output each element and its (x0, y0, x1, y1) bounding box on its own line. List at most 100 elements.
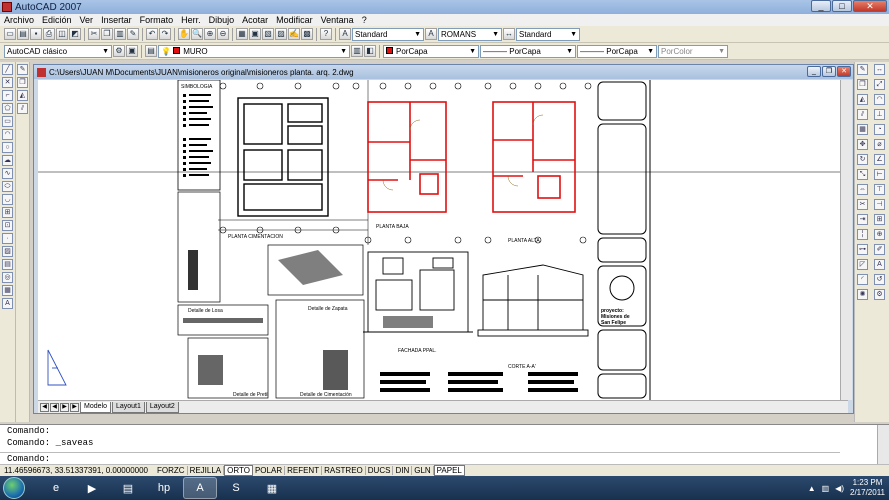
move-icon[interactable]: ✥ (857, 139, 868, 150)
network-icon[interactable]: ▥ (822, 484, 830, 493)
undo-icon[interactable]: ↶ (146, 28, 158, 40)
autocad-taskbar-icon[interactable]: A (183, 477, 217, 499)
polygon-icon[interactable]: ⬠ (2, 103, 13, 114)
mirror-icon[interactable]: ◭ (17, 90, 28, 101)
insert-block-icon[interactable]: ⊞ (2, 207, 13, 218)
tolerance-icon[interactable]: ⊞ (874, 214, 885, 225)
point-icon[interactable]: · (2, 233, 13, 244)
workspace-save-icon[interactable]: ▣ (126, 45, 138, 57)
save-icon[interactable]: ▪ (30, 28, 42, 40)
arc-icon[interactable]: ◠ (2, 129, 13, 140)
dim-linear-icon[interactable]: ↔ (874, 64, 885, 75)
polar-toggle[interactable]: POLAR (253, 466, 286, 475)
workspace-settings-icon[interactable]: ⚙ (113, 45, 125, 57)
command-input[interactable]: Comando: (0, 452, 840, 464)
lwt-toggle[interactable]: GLN (412, 466, 434, 475)
start-button[interactable] (3, 477, 25, 499)
command-scrollbar[interactable] (877, 425, 889, 465)
close-button[interactable]: ✕ (853, 0, 887, 12)
menu-formato[interactable]: Formato (136, 15, 178, 25)
layer-manager-icon[interactable]: ▤ (145, 45, 157, 57)
circle-icon[interactable]: ○ (2, 142, 13, 153)
zoom-window-icon[interactable]: ⊕ (204, 28, 216, 40)
dim-style-tool-icon[interactable]: ⚙ (874, 289, 885, 300)
copy-object-icon[interactable]: ❐ (17, 77, 28, 88)
revcloud-icon[interactable]: ☁ (2, 155, 13, 166)
menu-edicion[interactable]: Edición (38, 15, 76, 25)
drawing-vertical-scrollbar[interactable] (840, 80, 852, 400)
tray-arrow-icon[interactable]: ▲ (808, 484, 816, 493)
spline-icon[interactable]: ∿ (2, 168, 13, 179)
font-select[interactable]: ROMANS ▼ (438, 27, 502, 41)
first-tab-icon[interactable]: ◀ (40, 402, 49, 412)
new-icon[interactable]: ▭ (4, 28, 16, 40)
zoom-previous-icon[interactable]: ⊖ (217, 28, 229, 40)
snagit-icon[interactable]: S (219, 477, 253, 499)
extend-icon[interactable]: ⇥ (857, 214, 868, 225)
paper-toggle[interactable]: PAPEL (433, 465, 465, 476)
drawing-minimize-button[interactable]: _ (807, 66, 821, 77)
ducs-toggle[interactable]: DUCS (366, 466, 394, 475)
polyline-icon[interactable]: ⌐ (2, 90, 13, 101)
dim-arc-icon[interactable]: ◠ (874, 94, 885, 105)
array-icon[interactable]: ▦ (857, 124, 868, 135)
menu-archivo[interactable]: Archivo (0, 15, 38, 25)
mtext-icon[interactable]: A (2, 298, 13, 309)
dim-text-edit-icon[interactable]: A (874, 259, 885, 270)
center-mark-icon[interactable]: ⊕ (874, 229, 885, 240)
offset-icon[interactable]: ⫽ (17, 103, 28, 114)
print-icon[interactable]: ⎙ (43, 28, 55, 40)
zoom-realtime-icon[interactable]: 🔍 (191, 28, 203, 40)
design-center-icon[interactable]: ▣ (249, 28, 261, 40)
drawing-close-button[interactable]: ✕ (837, 66, 851, 77)
tab-modelo[interactable]: Modelo (80, 401, 111, 413)
menu-help[interactable]: ? (358, 15, 371, 25)
ellipse-icon[interactable]: ⬭ (2, 181, 13, 192)
make-block-icon[interactable]: ⊡ (2, 220, 13, 231)
calculator-icon[interactable]: ▩ (301, 28, 313, 40)
help-icon[interactable]: ? (320, 28, 332, 40)
match-properties-icon[interactable]: ✎ (127, 28, 139, 40)
dim-edit-icon[interactable]: ✐ (874, 244, 885, 255)
linetype-select[interactable]: ——— PorCapa ▼ (480, 44, 576, 58)
redo-icon[interactable]: ↷ (159, 28, 171, 40)
publish-icon[interactable]: ◩ (69, 28, 81, 40)
region-icon[interactable]: ◎ (2, 272, 13, 283)
chamfer-icon[interactable]: ◸ (857, 259, 868, 270)
tab-layout2[interactable]: Layout2 (145, 401, 179, 413)
grid-toggle[interactable]: REJILLA (188, 466, 225, 475)
dim-radius-icon[interactable]: ◔ (874, 124, 885, 135)
stretch-icon[interactable]: ⇔ (857, 184, 868, 195)
menu-acotar[interactable]: Acotar (238, 15, 272, 25)
dim-angular-icon[interactable]: ∠ (874, 154, 885, 165)
menu-dibujo[interactable]: Dibujo (205, 15, 239, 25)
construction-line-icon[interactable]: ✕ (2, 77, 13, 88)
tool-palettes-icon[interactable]: ▧ (262, 28, 274, 40)
maximize-button[interactable]: □ (832, 0, 852, 12)
dim-update-icon[interactable]: ↺ (874, 274, 885, 285)
ie-icon[interactable]: e (39, 477, 73, 499)
dim-diameter-icon[interactable]: ⌀ (874, 139, 885, 150)
cut-icon[interactable]: ✂ (88, 28, 100, 40)
erase-tool-icon[interactable]: ✎ (857, 64, 868, 75)
preview-icon[interactable]: ◫ (56, 28, 68, 40)
offset-tool-icon[interactable]: ⫽ (857, 109, 868, 120)
trim-icon[interactable]: ✂ (857, 199, 868, 210)
dim-baseline-icon[interactable]: ⊤ (874, 184, 885, 195)
copy-icon[interactable]: ❐ (101, 28, 113, 40)
last-tab-icon[interactable]: ▶ (70, 402, 79, 412)
workspace-select[interactable]: AutoCAD clásico ▼ (4, 44, 112, 58)
pan-icon[interactable]: ✋ (178, 28, 190, 40)
menu-herr[interactable]: Herr. (177, 15, 205, 25)
dim-ordinate-icon[interactable]: ⊥ (874, 109, 885, 120)
ortho-toggle[interactable]: ORTO (224, 465, 253, 476)
explode-icon[interactable]: ✺ (857, 289, 868, 300)
media-player-icon[interactable]: ▶ (75, 477, 109, 499)
layer-select[interactable]: 💡 MURO ▼ (158, 44, 350, 58)
layer-previous-icon[interactable]: ◧ (364, 45, 376, 57)
scale-icon[interactable]: ⤡ (857, 169, 868, 180)
volume-icon[interactable]: ◀) (835, 484, 844, 493)
dim-continue-icon[interactable]: ⊣ (874, 199, 885, 210)
prev-tab-icon[interactable]: ◀ (50, 402, 59, 412)
notes-icon[interactable]: ▦ (255, 477, 289, 499)
